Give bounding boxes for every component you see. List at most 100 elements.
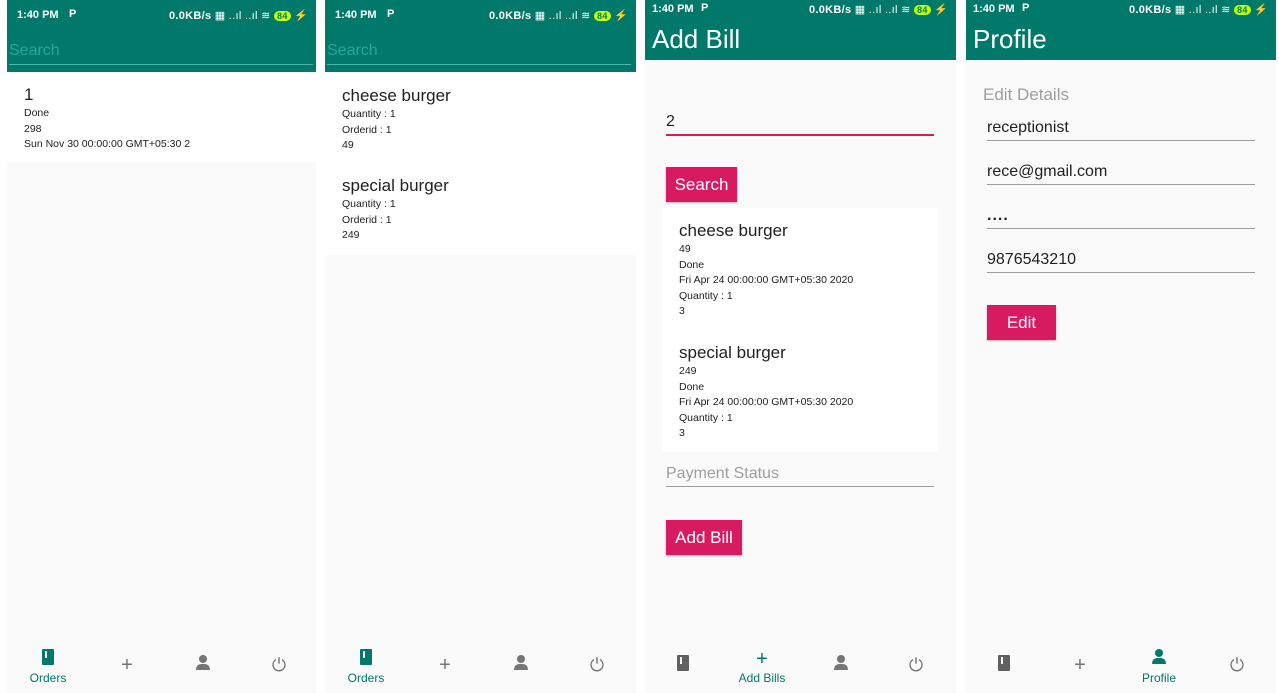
network-speed: 0.0KB/s — [808, 4, 852, 16]
charging-icon: ⚡ — [934, 4, 948, 16]
phone-input[interactable] — [987, 248, 1255, 273]
network-speed: 0.0KB/s — [168, 10, 212, 22]
app-bar: Profile — [966, 20, 1276, 60]
item-quantity: Quantity : 1 — [342, 198, 396, 210]
nav-profile[interactable] — [483, 637, 559, 693]
item-id: 3 — [679, 427, 685, 439]
power-icon: ⏻ — [908, 655, 924, 675]
plus-icon: + — [121, 654, 133, 676]
search-bar — [7, 30, 316, 72]
network-speed: 0.0KB/s — [488, 10, 532, 22]
battery-icon: 84 — [594, 11, 611, 21]
bottom-navigation: + Add Bills ⏻ — [645, 637, 956, 693]
nav-add-bills-label: Add Bills — [738, 671, 786, 685]
nav-orders[interactable]: Orders — [10, 637, 86, 693]
add-bill-button[interactable]: Add Bill — [666, 520, 742, 555]
status-bar: 1:40 PM P 0.0KB/s ▦ ..ıl ..ıl ≋ 84 ⚡ — [645, 0, 956, 20]
book-icon — [360, 649, 372, 665]
status-bar: 1:40 PM P 0.0KB/s ▦ ..ıl ..ıl ≋ 84 ⚡ — [325, 0, 636, 30]
nav-logout[interactable]: ⏻ — [1199, 637, 1275, 693]
section-heading: Edit Details — [983, 85, 1069, 104]
signal-icon: ▦ ..ıl ..ıl ≋ — [854, 4, 915, 16]
nav-orders-label: Orders — [29, 671, 67, 685]
item-title: special burger — [679, 343, 786, 362]
person-icon — [833, 655, 849, 671]
item-orderid: Orderid : 1 — [342, 213, 392, 226]
person-icon — [1151, 649, 1167, 665]
item-orderid: Orderid : 1 — [342, 123, 392, 136]
order-id-input[interactable] — [666, 110, 934, 136]
status-bar: 1:40 PM P 0.0KB/s ▦ ..ıl ..ıl ≋ 84 ⚡ — [7, 0, 316, 30]
order-date: Sun Nov 30 00:00:00 GMT+05:30 2 — [24, 138, 191, 150]
search-bar — [325, 30, 636, 72]
payment-status-input[interactable] — [666, 462, 934, 487]
item-status: Done — [679, 380, 705, 393]
book-icon — [677, 655, 689, 671]
person-icon — [513, 655, 529, 671]
nav-logout[interactable]: ⏻ — [241, 637, 316, 693]
nav-logout[interactable]: ⏻ — [559, 637, 635, 693]
list-item[interactable]: cheese burger Quantity : 1 Orderid : 1 4… — [342, 85, 451, 154]
charging-icon: ⚡ — [294, 10, 308, 22]
battery-icon: 84 — [914, 5, 931, 15]
item-status: Done — [679, 258, 705, 271]
nav-orders[interactable] — [645, 637, 721, 693]
status-time: 1:40 PM — [17, 9, 59, 21]
book-icon — [998, 655, 1010, 671]
item-price: 49 — [342, 139, 354, 151]
signal-icon: ▦ ..ıl ..ıl ≋ — [1174, 4, 1235, 16]
status-time: 1:40 PM — [652, 3, 694, 15]
item-price: 49 — [679, 243, 691, 255]
list-item[interactable]: cheese burger 49 Done Fri Apr 24 00:00:0… — [679, 220, 853, 320]
bottom-navigation: Orders + ⏻ — [325, 637, 636, 693]
search-input[interactable] — [327, 38, 631, 65]
nav-profile[interactable] — [803, 637, 879, 693]
nav-profile[interactable] — [165, 637, 241, 693]
battery-icon: 84 — [274, 11, 291, 21]
nav-orders[interactable] — [966, 637, 1042, 693]
bottom-navigation: + Profile ⏻ — [966, 637, 1276, 693]
signal-icon: ▦ ..ıl ..ıl ≋ — [534, 10, 595, 22]
search-button[interactable]: Search — [666, 167, 737, 202]
item-price: 249 — [679, 365, 697, 377]
bill-items-list: cheese burger 49 Done Fri Apr 24 00:00:0… — [662, 208, 938, 452]
item-date: Fri Apr 24 00:00:00 GMT+05:30 2020 — [679, 274, 854, 286]
item-quantity: Quantity : 1 — [679, 411, 733, 424]
power-icon: ⏻ — [1229, 655, 1245, 675]
item-date: Fri Apr 24 00:00:00 GMT+05:30 2020 — [679, 396, 854, 408]
edit-button[interactable]: Edit — [987, 305, 1056, 340]
item-quantity: Quantity : 1 — [342, 108, 396, 120]
email-input[interactable] — [987, 160, 1255, 185]
carrier-icon: P — [387, 8, 395, 20]
page-title: Add Bill — [652, 24, 741, 54]
nav-orders[interactable]: Orders — [328, 637, 404, 693]
list-item[interactable]: 1 Done 298 Sun Nov 30 00:00:00 GMT+05:30… — [24, 84, 190, 153]
carrier-icon: P — [69, 8, 77, 20]
item-quantity: Quantity : 1 — [679, 289, 733, 302]
name-input[interactable] — [987, 116, 1255, 141]
book-icon — [42, 649, 54, 665]
nav-profile[interactable]: Profile — [1121, 637, 1197, 693]
items-list: cheese burger Quantity : 1 Orderid : 1 4… — [325, 72, 636, 255]
nav-add-bills[interactable]: + — [1042, 637, 1118, 693]
orders-list: 1 Done 298 Sun Nov 30 00:00:00 GMT+05:30… — [7, 72, 316, 162]
search-input[interactable] — [9, 38, 313, 65]
plus-icon: + — [1074, 654, 1086, 676]
password-input[interactable] — [987, 204, 1255, 229]
power-icon: ⏻ — [589, 655, 605, 675]
list-item[interactable]: special burger 249 Done Fri Apr 24 00:00… — [679, 342, 853, 442]
signal-icon: ▦ ..ıl ..ıl ≋ — [214, 10, 275, 22]
list-item[interactable]: special burger Quantity : 1 Orderid : 1 … — [342, 175, 449, 244]
nav-logout[interactable]: ⏻ — [878, 637, 954, 693]
carrier-icon: P — [1022, 2, 1030, 14]
status-time: 1:40 PM — [335, 9, 377, 21]
carrier-icon: P — [701, 2, 709, 14]
nav-add-bills[interactable]: + — [89, 637, 165, 693]
orders-screen: 1:40 PM P 0.0KB/s ▦ ..ıl ..ıl ≋ 84 ⚡ 1 D… — [7, 0, 316, 693]
nav-add-bills[interactable]: + — [407, 637, 483, 693]
page-title: Profile — [973, 24, 1047, 54]
power-icon: ⏻ — [271, 655, 287, 675]
nav-add-bills[interactable]: + Add Bills — [724, 637, 800, 693]
nav-profile-label: Profile — [1141, 671, 1176, 685]
order-items-screen: 1:40 PM P 0.0KB/s ▦ ..ıl ..ıl ≋ 84 ⚡ che… — [325, 0, 636, 693]
